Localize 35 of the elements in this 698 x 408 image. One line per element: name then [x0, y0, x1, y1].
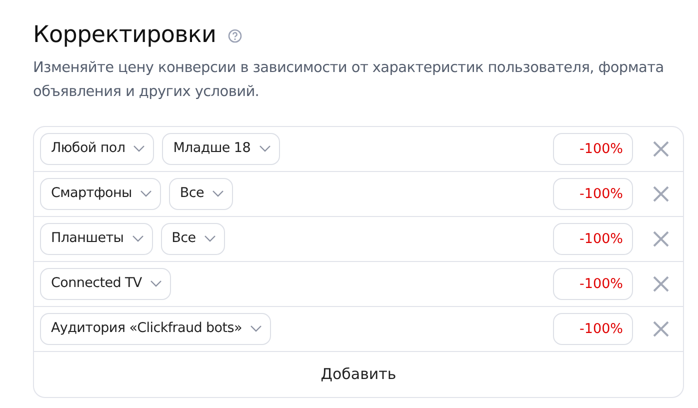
close-icon — [653, 140, 669, 157]
description-text: Изменяйте цену конверсии в зависимости от характеристик пользователя, формата объявления и других условий. — [33, 58, 665, 102]
dropdown-select[interactable]: Планшеты — [40, 222, 153, 255]
chevron-down-icon — [140, 190, 152, 198]
remove-button[interactable] — [653, 186, 669, 202]
percent-input-field[interactable]: -100% — [553, 312, 633, 345]
dropdown-select[interactable]: Connected TV — [40, 268, 171, 300]
close-icon — [653, 230, 669, 247]
chevron-down-icon — [212, 190, 224, 198]
help-icon[interactable] — [228, 28, 242, 43]
close-icon — [653, 186, 669, 202]
dropdown-select[interactable]: Аудитория «Clickfraud bots» — [40, 312, 271, 345]
percent-input-field[interactable]: -100% — [553, 222, 633, 255]
percent-input-field[interactable]: -100% — [553, 178, 633, 210]
section-title: Корректировки — [33, 22, 216, 50]
chevron-down-icon — [133, 145, 146, 152]
remove-button[interactable] — [653, 140, 669, 157]
dropdown-select[interactable]: Любой пол — [40, 132, 154, 165]
close-icon — [653, 276, 669, 292]
percent-input-field[interactable]: -100% — [553, 132, 633, 165]
chevron-down-icon — [132, 235, 144, 242]
remove-button[interactable] — [653, 230, 669, 247]
dropdown-select[interactable]: Все — [160, 222, 225, 255]
percent-input-field[interactable]: -100% — [553, 268, 633, 300]
dropdown-select[interactable]: Смартфоны — [40, 178, 161, 210]
remove-button[interactable] — [653, 276, 669, 292]
chevron-down-icon — [258, 145, 270, 152]
dropdown-select[interactable]: Младше 18 — [162, 132, 280, 165]
remove-button[interactable] — [653, 320, 669, 337]
chevron-down-icon — [150, 280, 162, 288]
close-icon — [653, 320, 669, 337]
dropdown-select[interactable]: Все — [168, 178, 233, 210]
add-button[interactable]: Добавить — [34, 352, 683, 397]
chevron-down-icon — [250, 325, 262, 332]
chevron-down-icon — [204, 235, 216, 242]
